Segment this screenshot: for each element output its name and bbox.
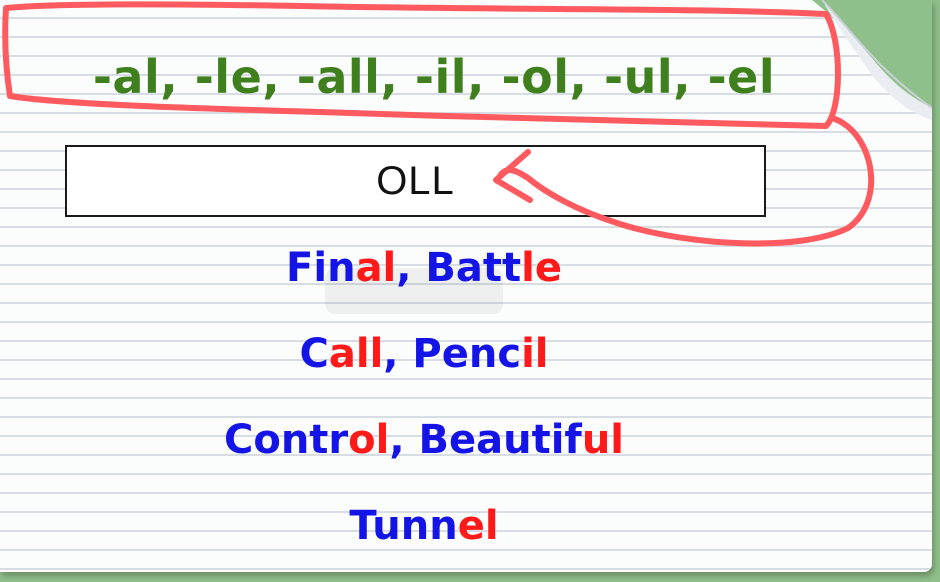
answer-text: OLL xyxy=(376,158,455,203)
answer-box: OLL xyxy=(65,145,766,217)
word-suffix-highlight: al xyxy=(355,245,397,291)
word-suffix-highlight: ol xyxy=(348,417,390,463)
example-row-4: Tunnel xyxy=(0,503,848,549)
word-stem: , Batt xyxy=(396,245,522,291)
word-suffix-highlight: le xyxy=(521,245,562,291)
word-stem: , Beautif xyxy=(389,417,582,463)
example-row-2: Call, Pencil xyxy=(0,331,848,377)
word-stem: Contr xyxy=(223,417,349,463)
word-suffix-highlight: all xyxy=(328,331,384,377)
word-suffix-highlight: il xyxy=(521,331,549,377)
lesson-slide: -al, -le, -all, -il, -ol, -ul, -el OLL F… xyxy=(0,0,940,582)
word-stem: Tunn xyxy=(349,503,458,549)
word-suffix-highlight: el xyxy=(457,503,499,549)
example-row-1: Final, Battle xyxy=(0,245,848,291)
suffix-list: -al, -le, -all, -il, -ol, -ul, -el xyxy=(92,50,776,104)
word-suffix-highlight: ul xyxy=(581,417,624,463)
word-stem: Fin xyxy=(286,245,356,291)
word-stem: , Penc xyxy=(383,331,522,377)
example-row-3: Control, Beautiful xyxy=(0,417,848,463)
word-stem: C xyxy=(299,331,329,377)
